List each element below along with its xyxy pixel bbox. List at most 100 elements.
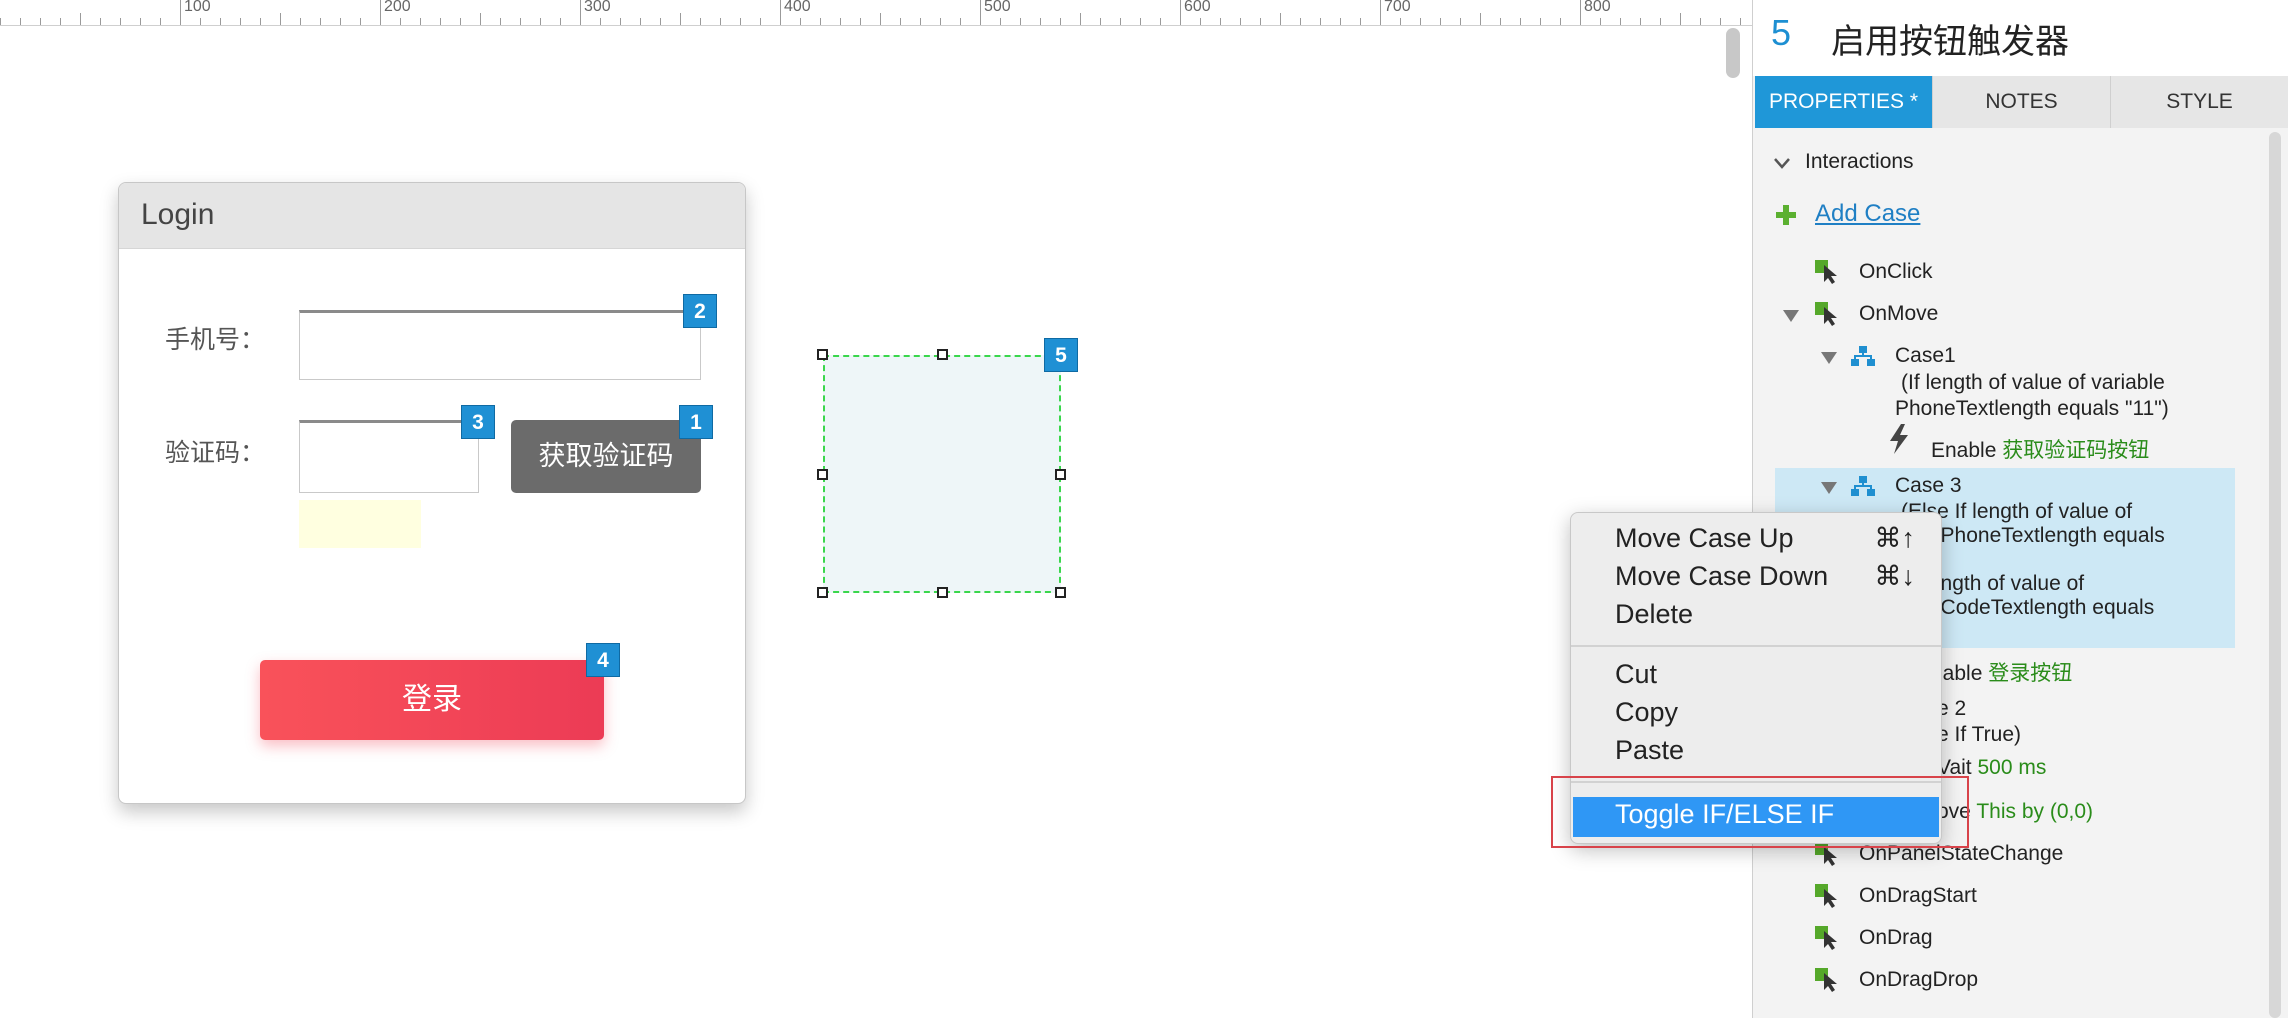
ruler-tick [1220, 18, 1221, 25]
resize-handle-right[interactable] [1055, 469, 1066, 480]
inspector-tabs: PROPERTIES * NOTES STYLE [1755, 76, 2288, 128]
ruler-tick [1160, 18, 1161, 25]
ruler-tick [900, 18, 901, 25]
horizontal-ruler: 100 200 300 400 500 600 700 800 [0, 0, 1752, 26]
expand-triangle-icon[interactable] [1783, 310, 1799, 322]
hotspot-widget[interactable] [823, 355, 1061, 593]
menu-shortcut-up: ⌘↑ [1874, 523, 1916, 553]
ruler-tick [1700, 18, 1701, 25]
code-label: 验证码： [165, 439, 266, 467]
add-case-link[interactable]: Add Case [1815, 200, 1920, 228]
ruler-tick [240, 18, 241, 25]
tab-properties[interactable]: PROPERTIES * [1755, 76, 1933, 128]
ruler-tick [800, 18, 801, 25]
login-button[interactable]: 登录 [260, 660, 604, 740]
ruler-tick [1480, 13, 1481, 25]
widget-badge-get-code: 1 [679, 405, 713, 439]
ruler-tick [1680, 13, 1681, 25]
resize-handle-bottom[interactable] [937, 587, 948, 598]
ruler-tick [1180, 0, 1181, 25]
ruler-tick [1460, 18, 1461, 25]
login-panel: Login 手机号： 2 验证码： 3 获取验证码 1 登录 4 [118, 182, 746, 804]
tab-style[interactable]: STYLE [2111, 76, 2288, 128]
code-input[interactable] [299, 420, 479, 493]
menu-cut[interactable]: Cut [1615, 659, 1657, 690]
inspector-header: 5 启用按钮触发器 [1753, 0, 2288, 76]
ruler-tick [220, 18, 221, 25]
resize-handle-bottom-left[interactable] [817, 587, 828, 598]
ruler-tick [1500, 18, 1501, 25]
ruler-label: 300 [584, 0, 611, 15]
case1-action[interactable]: Enable 获取验证码按钮 [1931, 434, 2149, 464]
widget-badge-login: 4 [586, 643, 620, 677]
ruler-label: 200 [384, 0, 411, 15]
canvas-vertical-scrollbar[interactable] [1726, 28, 1740, 78]
phone-label: 手机号： [165, 326, 266, 354]
event-cursor-icon [1815, 260, 1837, 284]
menu-move-case-up[interactable]: Move Case Up [1615, 523, 1794, 554]
menu-copy[interactable]: Copy [1615, 697, 1678, 728]
interactions-scrollbar[interactable] [2269, 132, 2281, 1018]
ruler-tick [1140, 18, 1141, 25]
resize-handle-bottom-right[interactable] [1055, 587, 1066, 598]
expand-triangle-icon[interactable] [1821, 352, 1837, 364]
widget-name[interactable]: 启用按钮触发器 [1831, 14, 2069, 63]
ruler-tick [200, 18, 201, 25]
case3-action[interactable]: nable 登录按钮 [1931, 657, 2072, 687]
menu-move-case-down[interactable]: Move Case Down [1615, 561, 1828, 592]
event-cursor-icon [1815, 926, 1837, 950]
ruler-tick [1300, 18, 1301, 25]
resize-handle-top[interactable] [937, 349, 948, 360]
ruler-tick [340, 18, 341, 25]
ruler-tick [100, 18, 101, 25]
event-onclick[interactable]: OnClick [1859, 260, 1933, 284]
widget-number: 5 [1771, 12, 1792, 53]
ruler-tick [620, 18, 621, 25]
ruler-tick [1380, 0, 1381, 25]
ruler-tick [1620, 18, 1621, 25]
ruler-tick [1340, 18, 1341, 25]
ruler-tick [1740, 18, 1741, 25]
ruler-tick [580, 0, 581, 25]
plus-icon[interactable] [1775, 204, 1797, 226]
ruler-tick [860, 18, 861, 25]
ruler-label: 500 [984, 0, 1011, 15]
interactions-label: Interactions [1805, 150, 1914, 173]
case3-name[interactable]: Case 3 [1895, 474, 1962, 498]
get-code-button[interactable]: 获取验证码 [511, 420, 701, 493]
wait-value: 500 ms [1977, 756, 2047, 779]
resize-handle-top-left[interactable] [817, 349, 828, 360]
ruler-tick [1400, 18, 1401, 25]
event-onmove[interactable]: OnMove [1859, 302, 1938, 326]
ruler-tick [1060, 18, 1061, 25]
tab-notes[interactable]: NOTES [1933, 76, 2111, 128]
chevron-down-icon[interactable] [1773, 156, 1791, 170]
ruler-tick [1020, 18, 1021, 25]
event-ondragdrop[interactable]: OnDragDrop [1859, 968, 1978, 992]
ruler-tick [820, 18, 821, 25]
menu-paste[interactable]: Paste [1615, 735, 1684, 766]
ruler-tick [1580, 0, 1581, 25]
ruler-tick [1320, 18, 1321, 25]
inspector-panel: 5 启用按钮触发器 PROPERTIES * NOTES STYLE Inter… [1752, 0, 2288, 1018]
ruler-label: 600 [1184, 0, 1211, 15]
ruler-tick [880, 13, 881, 25]
ruler-tick [720, 18, 721, 25]
event-ondrag[interactable]: OnDrag [1859, 926, 1933, 950]
event-cursor-icon [1815, 968, 1837, 992]
resize-handle-left[interactable] [817, 469, 828, 480]
menu-delete[interactable]: Delete [1615, 599, 1693, 630]
ruler-tick [1660, 18, 1661, 25]
case1-name[interactable]: Case1 [1895, 344, 1956, 368]
expand-triangle-icon[interactable] [1821, 482, 1837, 494]
ruler-tick [40, 18, 41, 25]
hint-box [299, 500, 421, 548]
ruler-tick [400, 18, 401, 25]
ruler-tick [1000, 18, 1001, 25]
case1-condition-line2: PhoneTextlength equals "11") [1895, 397, 2169, 420]
event-ondragstart[interactable]: OnDragStart [1859, 884, 1977, 908]
case3-action-target: 登录按钮 [1988, 662, 2073, 685]
phone-input[interactable] [299, 310, 701, 380]
ruler-tick [1540, 18, 1541, 25]
ruler-tick [440, 18, 441, 25]
